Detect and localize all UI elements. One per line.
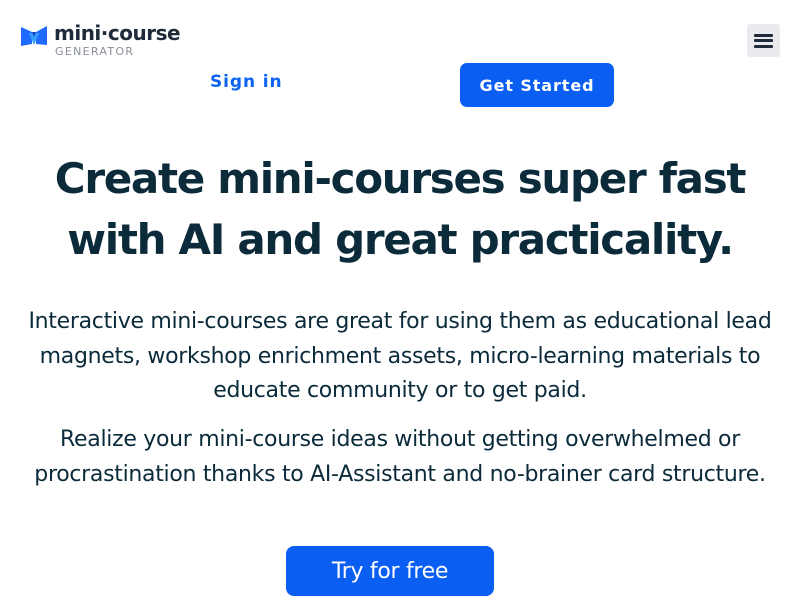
menu-button[interactable] <box>747 24 780 57</box>
hero-title: Create mini-courses super fast with AI a… <box>54 154 747 264</box>
sign-in-link[interactable]: Sign in <box>210 72 283 92</box>
try-for-free-button[interactable]: Try for free <box>286 546 494 596</box>
hero-description-2: Realize your mini-course ideas without g… <box>34 427 766 487</box>
get-started-button[interactable]: Get Started <box>460 63 614 107</box>
site-logo[interactable]: mini·course GENERATOR <box>20 21 181 59</box>
hamburger-menu-icon <box>754 33 773 48</box>
logo-name: mini·course <box>54 21 181 45</box>
logo-text: mini·course GENERATOR <box>54 21 181 59</box>
landing-page: mini·course GENERATOR Sign in Get Starte… <box>0 0 800 600</box>
bowtie-logo-icon <box>21 26 47 46</box>
hero-description-1: Interactive mini-courses are great for u… <box>28 309 772 403</box>
logo-subtitle: GENERATOR <box>55 45 135 58</box>
